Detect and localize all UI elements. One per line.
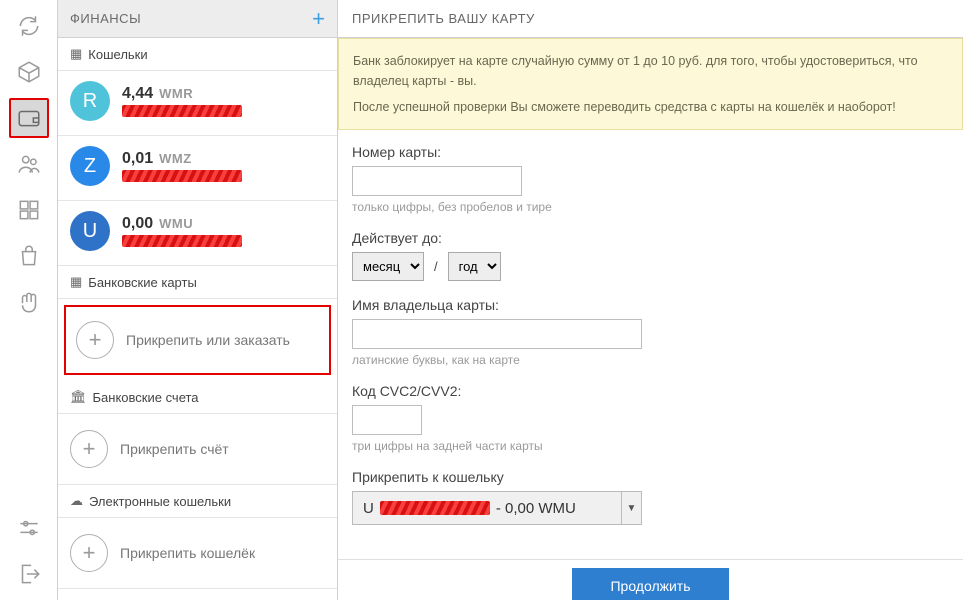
- cvc-label: Код CVC2/CVV2:: [352, 383, 949, 399]
- wallet-number-redacted: [122, 235, 242, 247]
- notice-line2: После успешной проверки Вы сможете перев…: [353, 97, 948, 117]
- plus-icon: +: [70, 534, 108, 572]
- section-wallets-label: Кошельки: [88, 47, 147, 62]
- submit-row: Продолжить: [338, 559, 963, 600]
- attach-wallet-select[interactable]: U - 0,00 WMU ▼: [352, 491, 642, 525]
- sliders-icon: [16, 515, 42, 541]
- submit-button[interactable]: Продолжить: [572, 568, 728, 600]
- wallet-select-tail: - 0,00 WMU: [496, 500, 576, 517]
- attach-card-button[interactable]: + Прикрепить или заказать: [64, 305, 331, 375]
- wallet-select-redacted: [380, 501, 490, 515]
- expiry-year-select[interactable]: год: [448, 252, 501, 281]
- wallet-row-u[interactable]: U 0,00 WMU: [58, 201, 337, 266]
- attach-ewallet-button[interactable]: + Прикрепить кошелёк: [58, 518, 337, 589]
- holder-label: Имя владельца карты:: [352, 297, 949, 313]
- card-number-input[interactable]: [352, 166, 522, 196]
- rail-hand[interactable]: [9, 282, 49, 322]
- wallet-badge: R: [70, 81, 110, 121]
- rail-shop[interactable]: [9, 236, 49, 276]
- rail-box[interactable]: [9, 52, 49, 92]
- card-mini-icon: ▦: [70, 46, 82, 62]
- attach-card-label: Прикрепить или заказать: [126, 332, 290, 348]
- notice-line1: Банк заблокирует на карте случайную сумм…: [353, 51, 948, 91]
- card-number-label: Номер карты:: [352, 144, 949, 160]
- section-accounts-label: Банковские счета: [93, 390, 199, 405]
- wallet-row-z[interactable]: Z 0,01 WMZ: [58, 136, 337, 201]
- expiry-separator: /: [434, 259, 438, 274]
- add-button[interactable]: +: [312, 8, 325, 30]
- wallet-number-redacted: [122, 105, 242, 117]
- holder-hint: латинские буквы, как на карте: [352, 353, 949, 367]
- bank-mini-icon: 🏛: [70, 389, 87, 405]
- wallet-select-prefix: U: [353, 500, 380, 517]
- section-ewallets[interactable]: ☁ Электронные кошельки: [58, 485, 337, 518]
- section-accounts[interactable]: 🏛 Банковские счета: [58, 381, 337, 414]
- section-wallets[interactable]: ▦ Кошельки: [58, 38, 337, 71]
- expiry-label: Действует до:: [352, 230, 949, 246]
- card-mini-icon: ▦: [70, 274, 82, 290]
- card-form: Номер карты: только цифры, без пробелов …: [338, 130, 963, 555]
- notice-box: Банк заблокирует на карте случайную сумм…: [338, 38, 963, 130]
- logout-icon: [16, 561, 42, 587]
- wallet-badge: U: [70, 211, 110, 251]
- section-ewallets-label: Электронные кошельки: [89, 494, 231, 509]
- wallet-amount: 0,00: [122, 215, 153, 233]
- grid-icon: [16, 197, 42, 223]
- attach-account-button[interactable]: + Прикрепить счёт: [58, 414, 337, 485]
- bag-icon: [16, 243, 42, 269]
- wallet-amount: 4,44: [122, 85, 153, 103]
- nav-rail: [0, 0, 58, 600]
- chevron-down-icon: ▼: [621, 492, 641, 524]
- wallet-icon: [16, 105, 42, 131]
- sidebar-title: ФИНАНСЫ: [70, 11, 312, 26]
- wallet-badge: Z: [70, 146, 110, 186]
- wallet-number-redacted: [122, 170, 242, 182]
- rail-logout[interactable]: [9, 554, 49, 594]
- main-title: ПРИКРЕПИТЬ ВАШУ КАРТУ: [338, 0, 963, 38]
- section-cards-label: Банковские карты: [88, 275, 197, 290]
- rail-settings[interactable]: [9, 508, 49, 548]
- plus-icon: +: [70, 430, 108, 468]
- wallet-currency: WMR: [159, 86, 193, 101]
- plus-icon: +: [76, 321, 114, 359]
- wallet-currency: WMU: [159, 216, 193, 231]
- rail-wallet[interactable]: [9, 98, 49, 138]
- main-panel: ПРИКРЕПИТЬ ВАШУ КАРТУ Банк заблокирует н…: [338, 0, 963, 600]
- people-icon: [16, 151, 42, 177]
- rail-contacts[interactable]: [9, 144, 49, 184]
- section-cards[interactable]: ▦ Банковские карты: [58, 266, 337, 299]
- attach-ewallet-label: Прикрепить кошелёк: [120, 545, 255, 561]
- box-icon: [16, 59, 42, 85]
- main-body: Банк заблокирует на карте случайную сумм…: [338, 38, 963, 600]
- refresh-icon: [16, 13, 42, 39]
- wallet-amount: 0,01: [122, 150, 153, 168]
- rail-apps[interactable]: [9, 190, 49, 230]
- holder-name-input[interactable]: [352, 319, 642, 349]
- sidebar: ФИНАНСЫ + ▦ Кошельки R 4,44 WMR Z 0,01 WMZ…: [58, 0, 338, 600]
- attach-account-label: Прикрепить счёт: [120, 441, 229, 457]
- attach-to-label: Прикрепить к кошельку: [352, 469, 949, 485]
- expiry-month-select[interactable]: месяц: [352, 252, 424, 281]
- wallet-row-r[interactable]: R 4,44 WMR: [58, 71, 337, 136]
- hand-icon: [16, 289, 42, 315]
- card-number-hint: только цифры, без пробелов и тире: [352, 200, 949, 214]
- wallet-currency: WMZ: [159, 151, 192, 166]
- cvc-hint: три цифры на задней части карты: [352, 439, 949, 453]
- rail-refresh[interactable]: [9, 6, 49, 46]
- sidebar-header: ФИНАНСЫ +: [58, 0, 337, 38]
- cvc-input[interactable]: [352, 405, 422, 435]
- cloud-mini-icon: ☁: [70, 493, 83, 509]
